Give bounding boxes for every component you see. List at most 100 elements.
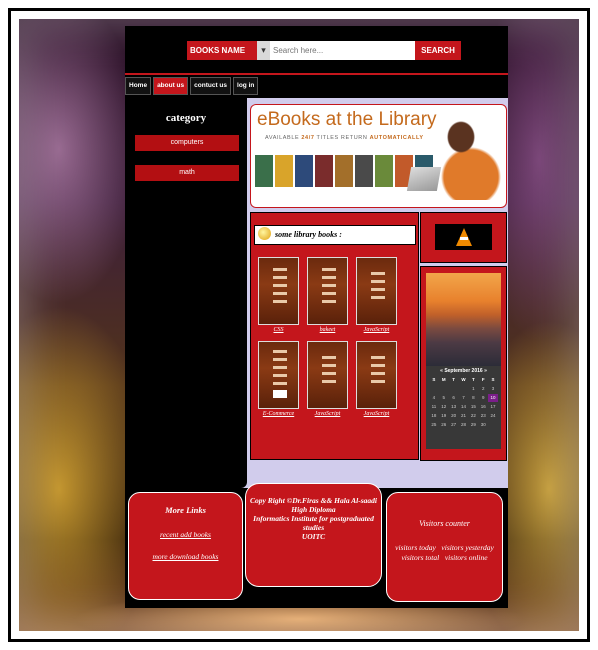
calendar-day[interactable]: 16: [478, 403, 488, 411]
calendar-day: [449, 385, 459, 393]
website-page: BOOKS NAME ▾ SEARCH Home about us contuc…: [125, 26, 508, 608]
calendar-day[interactable]: 20: [449, 412, 459, 420]
calendar-day[interactable]: 11: [429, 403, 439, 411]
book-card[interactable]: E-Commerce: [258, 341, 299, 421]
banner-title: eBooks at the Library: [257, 109, 437, 130]
search-bar: BOOKS NAME ▾ SEARCH: [187, 41, 461, 60]
calendar-day[interactable]: 27: [449, 421, 459, 429]
calendar-day[interactable]: 25: [429, 421, 439, 429]
vlc-widget: [420, 212, 507, 263]
library-books-header: some library books :: [254, 225, 416, 245]
chevron-down-icon[interactable]: ▾: [257, 41, 270, 60]
university-line: UOITC: [301, 532, 326, 541]
calendar-day-header: S: [432, 377, 436, 382]
calendar-day[interactable]: 10: [488, 394, 498, 402]
ebooks-banner[interactable]: eBooks at the Library AVAILABLE 24/7 TIT…: [250, 104, 507, 208]
category-title: category: [165, 112, 207, 124]
calendar-day[interactable]: 17: [488, 403, 498, 411]
calendar-day[interactable]: 13: [449, 403, 459, 411]
book-card[interactable]: JavaScript: [356, 257, 397, 337]
calendar-day[interactable]: 19: [439, 412, 449, 420]
calendar-day[interactable]: 8: [468, 394, 478, 402]
calendar-day[interactable]: 15: [468, 403, 478, 411]
visitors-today: visitors today: [395, 543, 436, 552]
more-links-box: More Links recent add books more downloa…: [128, 492, 243, 600]
copyright-box: Copy Right ©Dr.Firas && Hala Al-saadi Hi…: [245, 483, 382, 587]
book-title[interactable]: JavaScript: [356, 327, 397, 333]
book-cover[interactable]: [258, 257, 299, 325]
calendar-day[interactable]: 7: [459, 394, 469, 402]
book-cover[interactable]: [307, 341, 348, 409]
book-cover[interactable]: [356, 341, 397, 409]
nav-home[interactable]: Home: [125, 77, 152, 95]
calendar-day[interactable]: 30: [478, 421, 488, 429]
calendar-day: [429, 385, 439, 393]
reader-image: [431, 115, 501, 200]
book-icon: [258, 227, 271, 240]
category-computers-button[interactable]: computers: [135, 135, 239, 151]
nav-about-us[interactable]: about us: [153, 77, 189, 95]
calendar-day[interactable]: 5: [439, 394, 449, 402]
book-title[interactable]: E-Commerce: [258, 411, 299, 417]
book-card[interactable]: JavaScript: [307, 341, 348, 421]
calendar-day[interactable]: 24: [488, 412, 498, 420]
calendar-day[interactable]: 22: [468, 412, 478, 420]
calendar-day-header: T: [471, 377, 475, 382]
search-input[interactable]: [270, 41, 415, 60]
prev-month-icon[interactable]: «: [440, 368, 443, 374]
book-title[interactable]: CSS: [258, 327, 299, 333]
visitors-total: visitors total: [401, 553, 440, 562]
nav-bar: Home about us contuct us log in: [125, 77, 508, 95]
download-books-link[interactable]: more download books: [129, 552, 242, 561]
visitors-yesterday: visitors yesterday: [441, 543, 494, 552]
institute-line: Informatics Institute for postgraduated …: [253, 514, 374, 532]
library-books-panel: some library books : CSS bakeet JavaScri…: [250, 212, 419, 460]
search-button[interactable]: SEARCH: [415, 41, 461, 60]
calendar-day-header: W: [461, 377, 466, 382]
book-card[interactable]: JavaScript: [356, 341, 397, 421]
calendar-day[interactable]: 28: [459, 421, 469, 429]
calendar-day[interactable]: 14: [459, 403, 469, 411]
calendar-day[interactable]: 12: [439, 403, 449, 411]
category-math-button[interactable]: math: [135, 165, 239, 181]
calendar-month: « September 2016 »: [440, 368, 487, 374]
calendar-day: [439, 385, 449, 393]
calendar-day[interactable]: 6: [449, 394, 459, 402]
calendar-day[interactable]: 4: [429, 394, 439, 402]
book-card[interactable]: CSS: [258, 257, 299, 337]
book-cover[interactable]: [307, 257, 348, 325]
calendar-day[interactable]: 26: [439, 421, 449, 429]
book-cover[interactable]: [356, 257, 397, 325]
next-month-icon[interactable]: »: [484, 368, 487, 374]
calendar-widget: « September 2016 » S M T W T F S 1 2 3 4 5 6 7 8 9 10 11 1…: [420, 266, 507, 461]
calendar-day-header: S: [491, 377, 495, 382]
calendar-day[interactable]: 1: [468, 385, 478, 393]
calendar-day[interactable]: 23: [478, 412, 488, 420]
recent-books-link[interactable]: recent add books: [129, 530, 242, 539]
divider: [125, 73, 508, 75]
nav-contact-us[interactable]: contuct us: [190, 77, 232, 95]
category-select[interactable]: BOOKS NAME: [187, 41, 257, 60]
nav-log-in[interactable]: log in: [233, 77, 259, 95]
sunset-photo: [426, 273, 501, 366]
calendar-day[interactable]: 9: [478, 394, 488, 402]
calendar-day[interactable]: 2: [478, 385, 488, 393]
book-title[interactable]: bakeet: [307, 327, 348, 333]
book-title[interactable]: JavaScript: [356, 411, 397, 417]
calendar-day-header: F: [481, 377, 485, 382]
calendar: « September 2016 » S M T W T F S 1 2 3 4 5 6 7 8 9 10 11 1…: [426, 366, 501, 449]
calendar-day-header: M: [441, 377, 446, 382]
visitors-title: Visitors counter: [419, 519, 470, 528]
calendar-grid: S M T W T F S 1 2 3 4 5 6 7 8 9 10 11 12 13 14 15 16 17 18 19 20 21…: [429, 376, 498, 429]
more-links-title: More Links: [165, 505, 206, 515]
calendar-day[interactable]: 29: [468, 421, 478, 429]
book-title[interactable]: JavaScript: [307, 411, 348, 417]
calendar-day[interactable]: 18: [429, 412, 439, 420]
calendar-day[interactable]: 3: [488, 385, 498, 393]
calendar-day[interactable]: 21: [459, 412, 469, 420]
diploma-line: High Diploma: [291, 505, 336, 514]
visitors-online: visitors online: [444, 553, 488, 562]
book-cover[interactable]: [258, 341, 299, 409]
book-card[interactable]: bakeet: [307, 257, 348, 337]
calendar-day: [459, 385, 469, 393]
